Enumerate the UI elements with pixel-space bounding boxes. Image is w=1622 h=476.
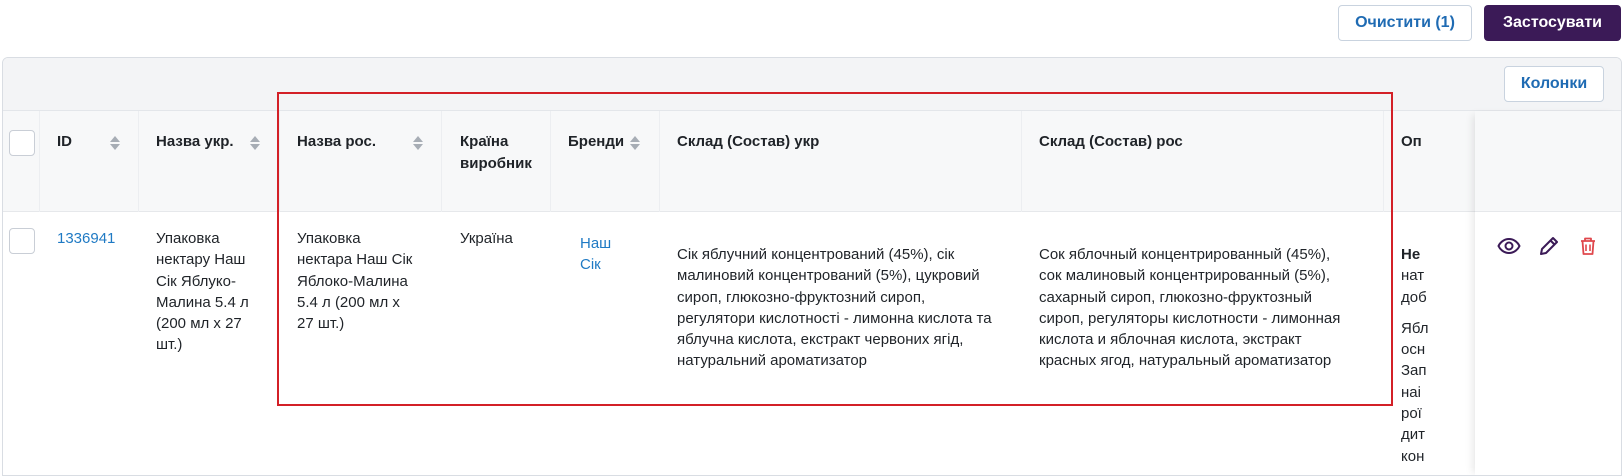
header-name-ukr[interactable]: Назва укр. [156, 131, 234, 153]
highlight-rectangle [277, 92, 1393, 406]
clear-filters-button[interactable]: Очистити (1) [1338, 5, 1472, 41]
row-checkbox[interactable] [9, 228, 35, 254]
product-id-link[interactable]: 1336941 [57, 228, 115, 249]
select-all-checkbox[interactable] [9, 130, 35, 156]
header-id[interactable]: ID [57, 131, 72, 153]
sort-id-icon[interactable] [110, 135, 120, 151]
filter-actions-bar: Очистити (1) Застосувати [0, 0, 1622, 50]
columns-button[interactable]: Колонки [1504, 66, 1604, 102]
apply-filters-button[interactable]: Застосувати [1484, 5, 1621, 41]
pencil-icon[interactable] [1537, 234, 1561, 258]
product-description-partial: Не нат доб Ябл осн Зап наі рої дит кон [1401, 246, 1429, 465]
trash-icon[interactable] [1576, 234, 1600, 258]
actions-header [1475, 111, 1621, 212]
sort-name-ukr-icon[interactable] [250, 135, 260, 151]
product-name-ukr: Упаковка нектару Наш Сік Яблуко- Малина … [156, 230, 249, 354]
header-description: Оп [1401, 133, 1422, 150]
row-actions-column [1475, 111, 1621, 475]
eye-icon[interactable] [1497, 234, 1521, 258]
